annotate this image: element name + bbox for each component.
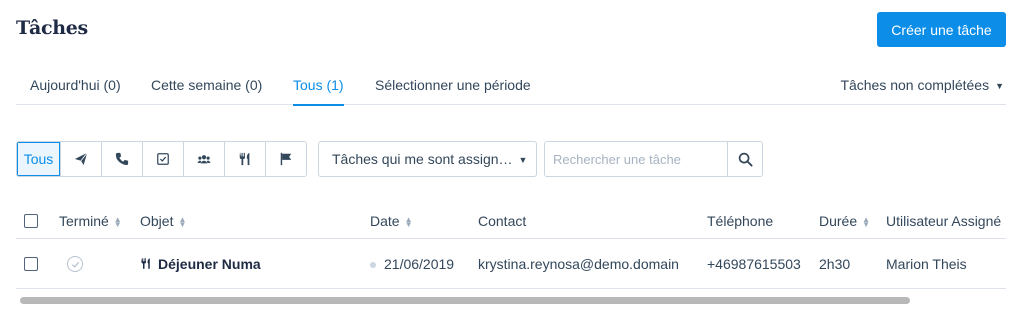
task-contact[interactable]: krystina.reynosa@demo.domain — [478, 256, 679, 272]
type-filter-call[interactable] — [101, 142, 142, 176]
tab-today[interactable]: Aujourd'hui (0) — [30, 77, 121, 105]
page-title: Tâches — [16, 17, 88, 39]
search-input[interactable] — [545, 142, 727, 176]
scrollbar-thumb[interactable] — [20, 297, 910, 304]
flag-icon — [280, 152, 292, 166]
search-button[interactable] — [727, 142, 762, 176]
type-filter-all[interactable]: Tous — [17, 142, 60, 176]
task-duration: 2h30 — [819, 256, 851, 272]
type-filter-todo[interactable] — [142, 142, 183, 176]
phone-icon — [115, 152, 129, 166]
users-icon — [197, 155, 211, 164]
horizontal-scrollbar[interactable] — [16, 296, 1006, 305]
type-filter-meeting[interactable] — [183, 142, 224, 176]
tab-all[interactable]: Tous (1) — [293, 77, 344, 106]
mark-done-toggle[interactable] — [67, 256, 83, 272]
sort-icon: ▲ ▼ — [862, 215, 871, 230]
send-icon — [74, 152, 88, 166]
period-tabs: Aujourd'hui (0) Cette semaine (0) Tous (… — [16, 77, 1006, 106]
task-assignee: Marion Theis — [886, 256, 967, 272]
column-header-done[interactable]: Terminé ▲ ▼ — [59, 213, 122, 229]
table-row[interactable]: Déjeuner Numa 21/06/2019 krystina.reynos… — [16, 239, 1006, 289]
status-filter-dropdown[interactable]: Tâches non complétées ▼ — [840, 77, 1004, 93]
caret-down-icon: ▼ — [995, 81, 1004, 92]
type-filter-email[interactable] — [60, 142, 101, 176]
type-filter-lunch[interactable] — [224, 142, 265, 176]
select-all-checkbox[interactable] — [24, 214, 38, 228]
task-subject-link[interactable]: Déjeuner Numa — [140, 256, 261, 272]
utensils-icon — [141, 258, 150, 269]
status-filter-label: Tâches non complétées — [840, 77, 990, 93]
column-header-phone: Téléphone — [707, 213, 774, 229]
status-dot — [370, 262, 376, 269]
create-task-button[interactable]: Créer une tâche — [877, 12, 1006, 47]
checkbox-task-icon — [157, 153, 169, 165]
task-date: 21/06/2019 — [370, 256, 454, 272]
task-search — [544, 141, 763, 177]
table-header-row: Terminé ▲ ▼ Objet ▲ ▼ Date ▲ ▼ Contact Télépho… — [16, 203, 1006, 239]
assignment-filter-dropdown[interactable]: Tâches qui me sont assign… ▼ — [318, 141, 537, 177]
tab-select-period[interactable]: Sélectionner une période — [375, 77, 531, 105]
task-type-filter: Tous — [16, 141, 307, 177]
task-phone: +46987615503 — [707, 256, 801, 272]
sort-icon: ▲ ▼ — [178, 215, 187, 230]
column-header-duration[interactable]: Durée ▲ ▼ — [819, 213, 870, 229]
search-icon — [738, 152, 753, 167]
sort-icon: ▲ ▼ — [113, 215, 122, 230]
column-header-date[interactable]: Date ▲ ▼ — [370, 213, 413, 229]
utensils-icon — [239, 152, 250, 166]
check-icon — [71, 261, 79, 268]
tab-this-week[interactable]: Cette semaine (0) — [151, 77, 262, 105]
row-checkbox[interactable] — [24, 257, 38, 271]
assignment-filter-label: Tâches qui me sont assign… — [332, 151, 513, 167]
sort-icon: ▲ ▼ — [404, 215, 413, 230]
column-header-contact: Contact — [478, 213, 527, 229]
caret-down-icon: ▼ — [518, 155, 528, 166]
column-header-subject[interactable]: Objet ▲ ▼ — [140, 213, 186, 229]
type-filter-deadline[interactable] — [265, 142, 306, 176]
column-header-assignee: Utilisateur Assigné — [886, 213, 1002, 229]
